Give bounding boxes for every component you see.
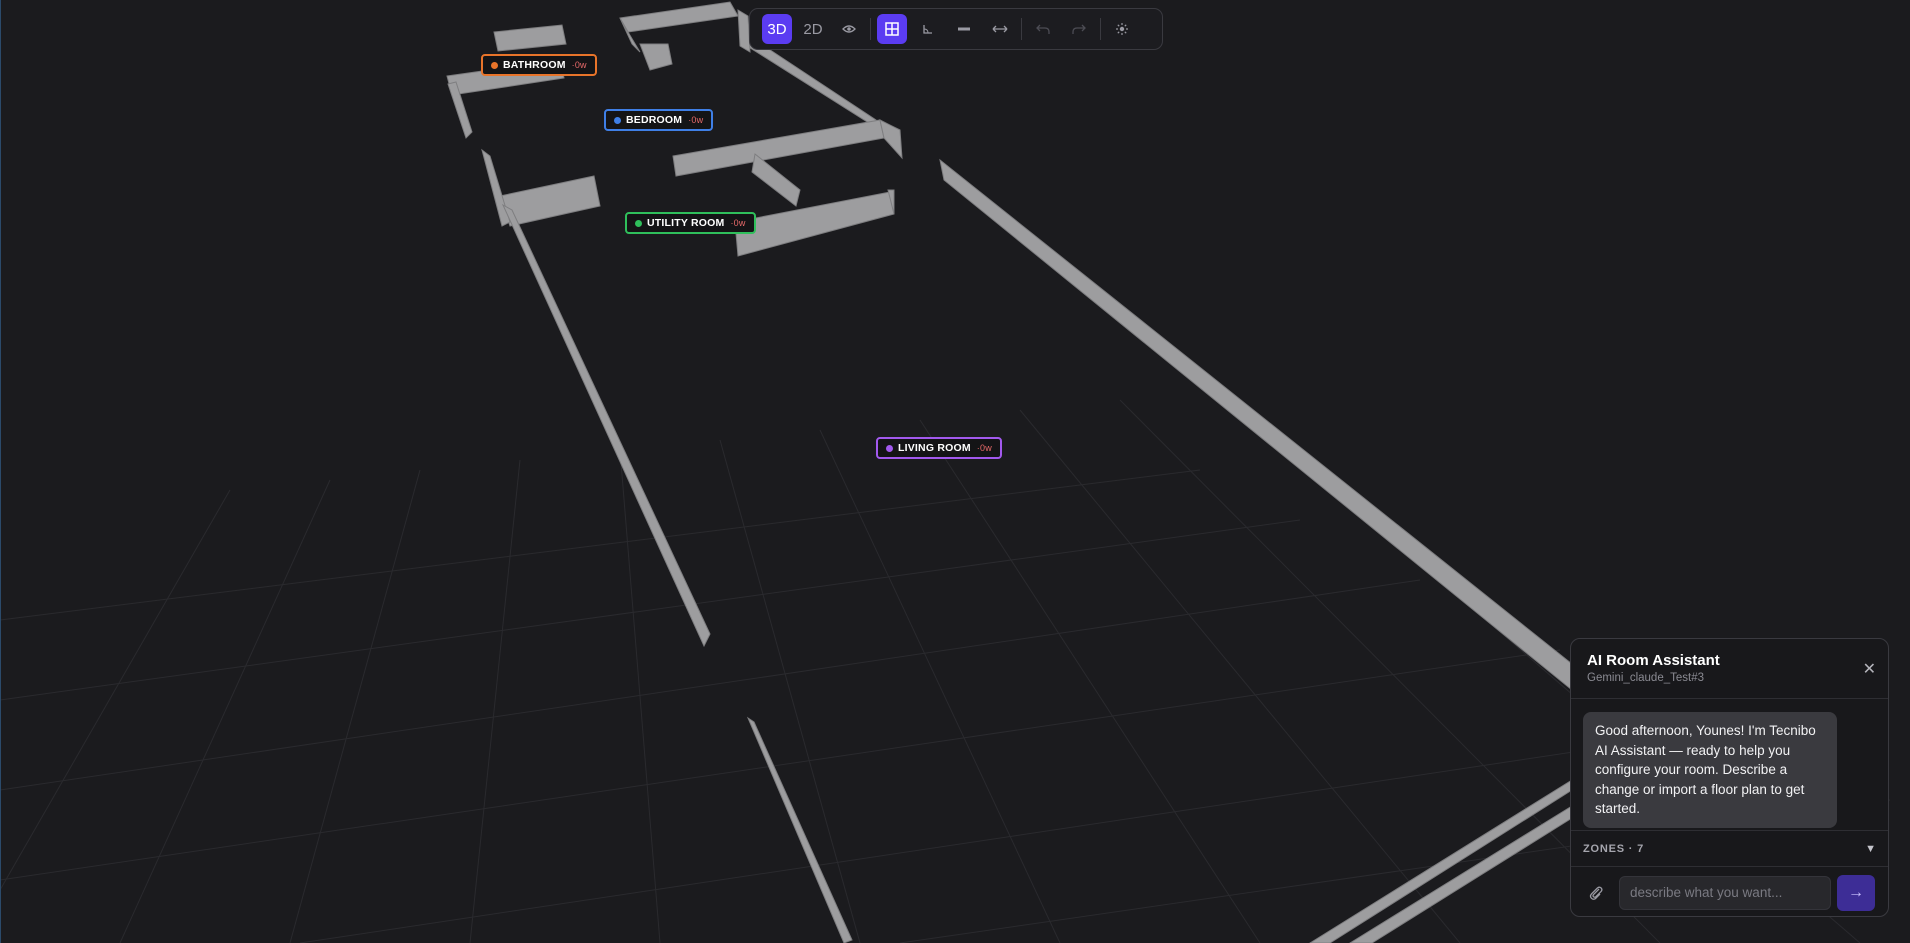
view-toolbar: 3D 2D	[749, 8, 1163, 50]
chevron-down-icon: ▼	[1865, 842, 1876, 855]
room-color-dot	[614, 116, 621, 124]
wall-tool-icon	[958, 27, 970, 31]
redo-button[interactable]	[1064, 14, 1094, 44]
measure-icon	[992, 25, 1008, 33]
undo-icon	[1036, 24, 1050, 34]
room-color-dot	[886, 444, 893, 452]
room-wattage: ·0w	[976, 443, 992, 453]
chat-messages: Good afternoon, Younes! I'm Tecnibo AI A…	[1571, 699, 1888, 831]
eye-icon	[842, 25, 856, 33]
view-2d-button[interactable]: 2D	[798, 14, 828, 44]
grid-layout-button[interactable]	[877, 14, 907, 44]
lighting-button[interactable]	[1107, 14, 1137, 44]
wall-tool-button[interactable]	[949, 14, 979, 44]
angle-tool-button[interactable]	[913, 14, 943, 44]
redo-icon	[1072, 24, 1086, 34]
chat-input[interactable]	[1619, 875, 1831, 910]
grid-layout-icon	[885, 22, 899, 36]
walls	[446, 1, 1573, 943]
preview-button[interactable]	[834, 14, 864, 44]
measure-button[interactable]	[985, 14, 1015, 44]
room-wattage: ·0w	[688, 115, 704, 125]
send-button[interactable]: →	[1837, 874, 1875, 911]
chat-input-row: →	[1571, 867, 1888, 916]
attach-button[interactable]	[1585, 882, 1607, 904]
room-label-living-room[interactable]: LIVING ROOM ·0w	[876, 437, 1002, 459]
room-wattage: ·0w	[730, 218, 746, 228]
ai-assistant-panel: AI Room Assistant Gemini_claude_Test#3 ✕…	[1570, 638, 1889, 917]
room-wattage: ·0w	[571, 60, 587, 70]
toolbar-divider	[1100, 18, 1101, 40]
window-edge	[0, 0, 1, 943]
room-name: UTILITY ROOM	[647, 217, 725, 229]
room-color-dot	[635, 219, 642, 227]
toolbar-divider	[1021, 18, 1022, 40]
paperclip-icon	[1589, 886, 1603, 900]
close-icon[interactable]: ✕	[1863, 659, 1876, 679]
chat-title: AI Room Assistant	[1587, 652, 1720, 669]
zones-label: ZONES · 7	[1583, 842, 1644, 855]
room-name: BATHROOM	[503, 59, 566, 71]
assistant-message: Good afternoon, Younes! I'm Tecnibo AI A…	[1583, 712, 1837, 828]
view-2d-label: 2D	[803, 20, 823, 38]
room-name: LIVING ROOM	[898, 442, 971, 454]
view-3d-button[interactable]: 3D	[762, 14, 792, 44]
arrow-right-icon: →	[1848, 883, 1864, 901]
angle-icon	[923, 25, 932, 34]
sun-icon	[1116, 23, 1128, 35]
room-label-bedroom[interactable]: BEDROOM ·0w	[604, 109, 714, 131]
room-label-bathroom[interactable]: BATHROOM ·0w	[481, 54, 597, 76]
chat-subtitle: Gemini_claude_Test#3	[1587, 672, 1704, 684]
room-label-utility-room[interactable]: UTILITY ROOM ·0w	[625, 212, 756, 234]
toolbar-divider	[870, 18, 871, 40]
undo-button[interactable]	[1028, 14, 1058, 44]
chat-header: AI Room Assistant Gemini_claude_Test#3 ✕	[1571, 639, 1888, 699]
room-color-dot	[491, 61, 498, 69]
view-3d-label: 3D	[767, 20, 787, 38]
room-name: BEDROOM	[626, 114, 683, 126]
zones-toggle[interactable]: ZONES · 7 ▼	[1571, 831, 1888, 867]
